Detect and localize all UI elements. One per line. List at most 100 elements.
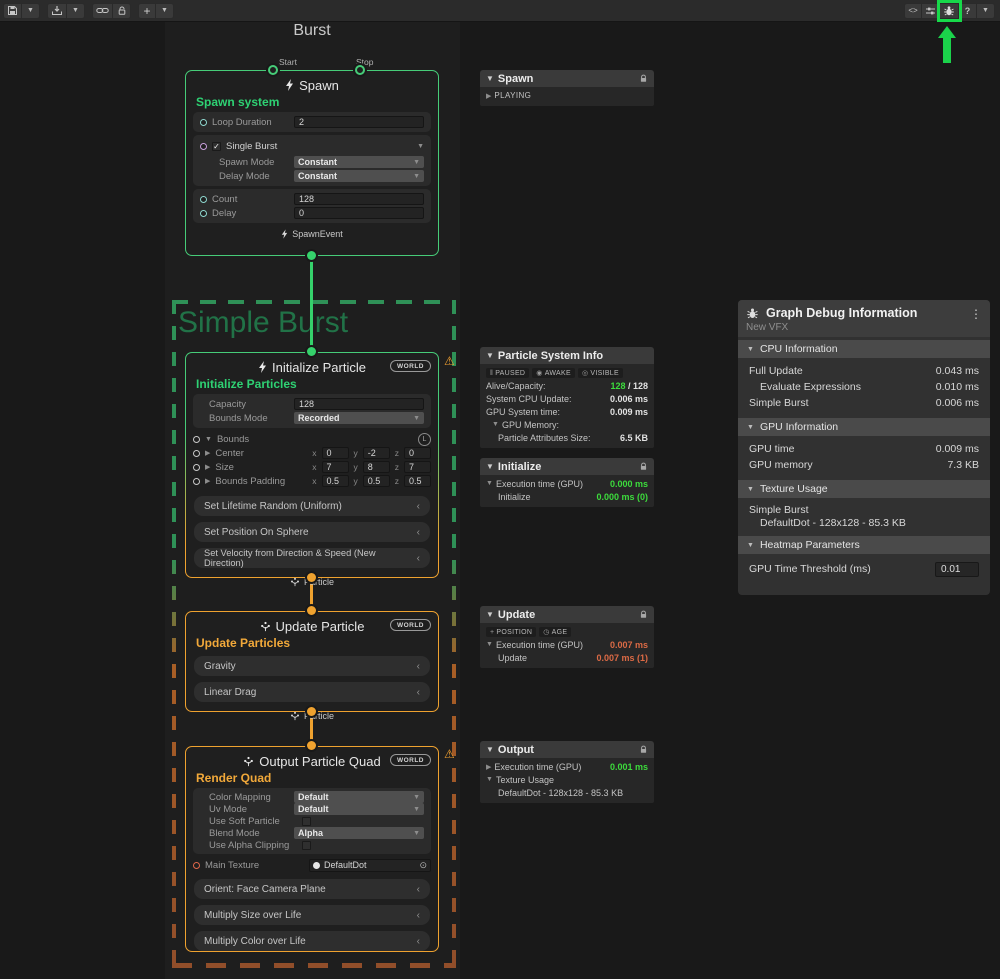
lock-icon[interactable] [639,610,648,619]
block-set-lifetime[interactable]: Set Lifetime Random (Uniform) ‹ [194,496,430,516]
collapse-icon[interactable]: ‹ [417,884,420,895]
initialize-output-port[interactable] [307,573,316,582]
spawn-state-row[interactable]: ▶ PLAYING [486,89,648,102]
save-dropdown-button[interactable]: ▼ [22,3,40,19]
blend-mode-dropdown[interactable]: Alpha ▼ [294,827,424,839]
count-port[interactable] [200,196,207,203]
cpu-information-section[interactable]: ▼ CPU Information [738,340,990,358]
lock-button[interactable] [113,3,131,19]
size-z-field[interactable]: 7 [404,461,431,473]
update-panel-header[interactable]: ▼ Update [480,606,654,623]
spawn-node[interactable]: Spawn Spawn system Loop Duration 2 ✓ Sin… [185,70,439,256]
update-node[interactable]: Update Particle WORLD Update Particles G… [185,611,439,712]
lock-icon[interactable] [639,745,648,754]
center-z-field[interactable]: 0 [404,447,431,459]
collapse-icon[interactable]: ‹ [417,501,420,512]
capacity-field[interactable]: 128 [294,398,424,410]
collapse-icon[interactable]: ‹ [417,553,420,564]
initialize-input-port[interactable] [307,347,316,356]
spawn-mode-dropdown[interactable]: Constant ▼ [294,156,424,168]
save-button[interactable] [3,3,22,19]
exec-time-row[interactable]: ▼ Execution time (GPU) 0.007 ms [486,638,648,651]
collapse-icon[interactable]: ‹ [417,661,420,672]
gpu-threshold-field[interactable]: 0.01 [935,562,979,577]
world-space-badge[interactable]: WORLD [390,619,431,631]
output-input-port[interactable] [307,741,316,750]
center-x-field[interactable]: 0 [322,447,349,459]
compile-button[interactable] [47,3,67,19]
block-set-position[interactable]: Set Position On Sphere ‹ [194,522,430,542]
single-burst-port[interactable] [200,143,207,150]
lock-icon[interactable] [639,74,648,83]
object-picker-icon[interactable]: ⊙ [419,860,427,871]
warning-icon[interactable]: ⚠ [444,354,455,368]
info-panel-header[interactable]: ▼ Particle System Info [480,347,654,364]
exec-time-row[interactable]: ▶ Execution time (GPU) 0.001 ms [486,760,648,773]
block-orient[interactable]: Orient: Face Camera Plane ‹ [194,879,430,899]
collapse-icon[interactable]: ‹ [417,910,420,921]
padding-y-field[interactable]: 0.5 [363,475,390,487]
add-dropdown-button[interactable]: ▼ [156,3,174,19]
output-panel-header[interactable]: ▼ Output [480,741,654,758]
debug-button[interactable] [940,3,959,19]
show-code-button[interactable]: <> [904,3,922,19]
texture-usage-section[interactable]: ▼ Texture Usage [738,480,990,498]
compile-dropdown-button[interactable]: ▼ [67,3,85,19]
spawn-panel-header[interactable]: ▼ Spawn [480,70,654,87]
delay-port[interactable] [200,210,207,217]
exec-time-row[interactable]: ▼ Execution time (GPU) 0.000 ms [486,477,648,490]
main-texture-object-field[interactable]: DefaultDot ⊙ [309,859,431,872]
single-burst-checkbox[interactable]: ✓ [212,142,221,151]
padding-x-field[interactable]: 0.5 [322,475,349,487]
bounds-mode-dropdown[interactable]: Recorded ▼ [294,412,424,424]
attach-button[interactable] [92,3,113,19]
block-set-velocity[interactable]: Set Velocity from Direction & Speed (New… [194,548,430,568]
gpu-information-section[interactable]: ▼ GPU Information [738,418,990,436]
overflow-dropdown-button[interactable]: ▼ [977,3,995,19]
world-space-badge[interactable]: WORLD [390,360,431,372]
main-texture-port[interactable] [193,862,200,869]
loop-duration-port[interactable] [200,119,207,126]
foldout-closed-icon[interactable]: ▶ [205,449,210,457]
texture-usage-row[interactable]: ▼ Texture Usage [486,773,648,786]
control-settings-button[interactable] [922,3,940,19]
collapse-icon[interactable]: ‹ [417,687,420,698]
collapse-icon[interactable]: ‹ [417,936,420,947]
help-button[interactable]: ? [959,3,977,19]
loop-duration-field[interactable]: 2 [294,116,424,128]
size-x-field[interactable]: 7 [322,461,349,473]
foldout-closed-icon[interactable]: ▶ [205,477,210,485]
spawn-stop-port[interactable] [355,65,365,75]
spawn-start-port[interactable] [268,65,278,75]
delay-field[interactable]: 0 [294,207,424,219]
alpha-clipping-checkbox[interactable] [302,841,311,850]
gpu-memory-row[interactable]: ▼ GPU Memory: [486,418,648,431]
block-multiply-size[interactable]: Multiply Size over Life ‹ [194,905,430,925]
lock-icon[interactable] [639,462,648,471]
block-linear-drag[interactable]: Linear Drag ‹ [194,682,430,702]
update-input-port[interactable] [307,606,316,615]
foldout-closed-icon[interactable]: ▶ [205,463,210,471]
count-field[interactable]: 128 [294,193,424,205]
block-multiply-color[interactable]: Multiply Color over Life ‹ [194,931,430,951]
size-port[interactable] [193,464,200,471]
initialize-node[interactable]: Initialize Particle WORLD Initialize Par… [185,352,439,578]
delay-mode-dropdown[interactable]: Constant ▼ [294,170,424,182]
center-y-field[interactable]: -2 [363,447,390,459]
block-gravity[interactable]: Gravity ‹ [194,656,430,676]
output-node[interactable]: Output Particle Quad WORLD Render Quad C… [185,746,439,952]
foldout-open-icon[interactable]: ▼ [205,436,212,443]
world-space-badge[interactable]: WORLD [390,754,431,766]
soft-particle-checkbox[interactable] [302,817,311,826]
heatmap-parameters-section[interactable]: ▼ Heatmap Parameters [738,536,990,554]
kebab-menu-icon[interactable]: ⋮ [970,307,982,321]
update-output-port[interactable] [307,707,316,716]
add-button[interactable]: + [138,3,156,19]
initialize-panel-header[interactable]: ▼ Initialize [480,458,654,475]
spawn-output-port[interactable] [307,251,316,260]
size-y-field[interactable]: 8 [363,461,390,473]
bounds-padding-port[interactable] [193,478,200,485]
color-mapping-dropdown[interactable]: Default ▼ [294,791,424,803]
chevron-down-icon[interactable]: ▼ [417,143,424,150]
collapse-icon[interactable]: ‹ [417,527,420,538]
